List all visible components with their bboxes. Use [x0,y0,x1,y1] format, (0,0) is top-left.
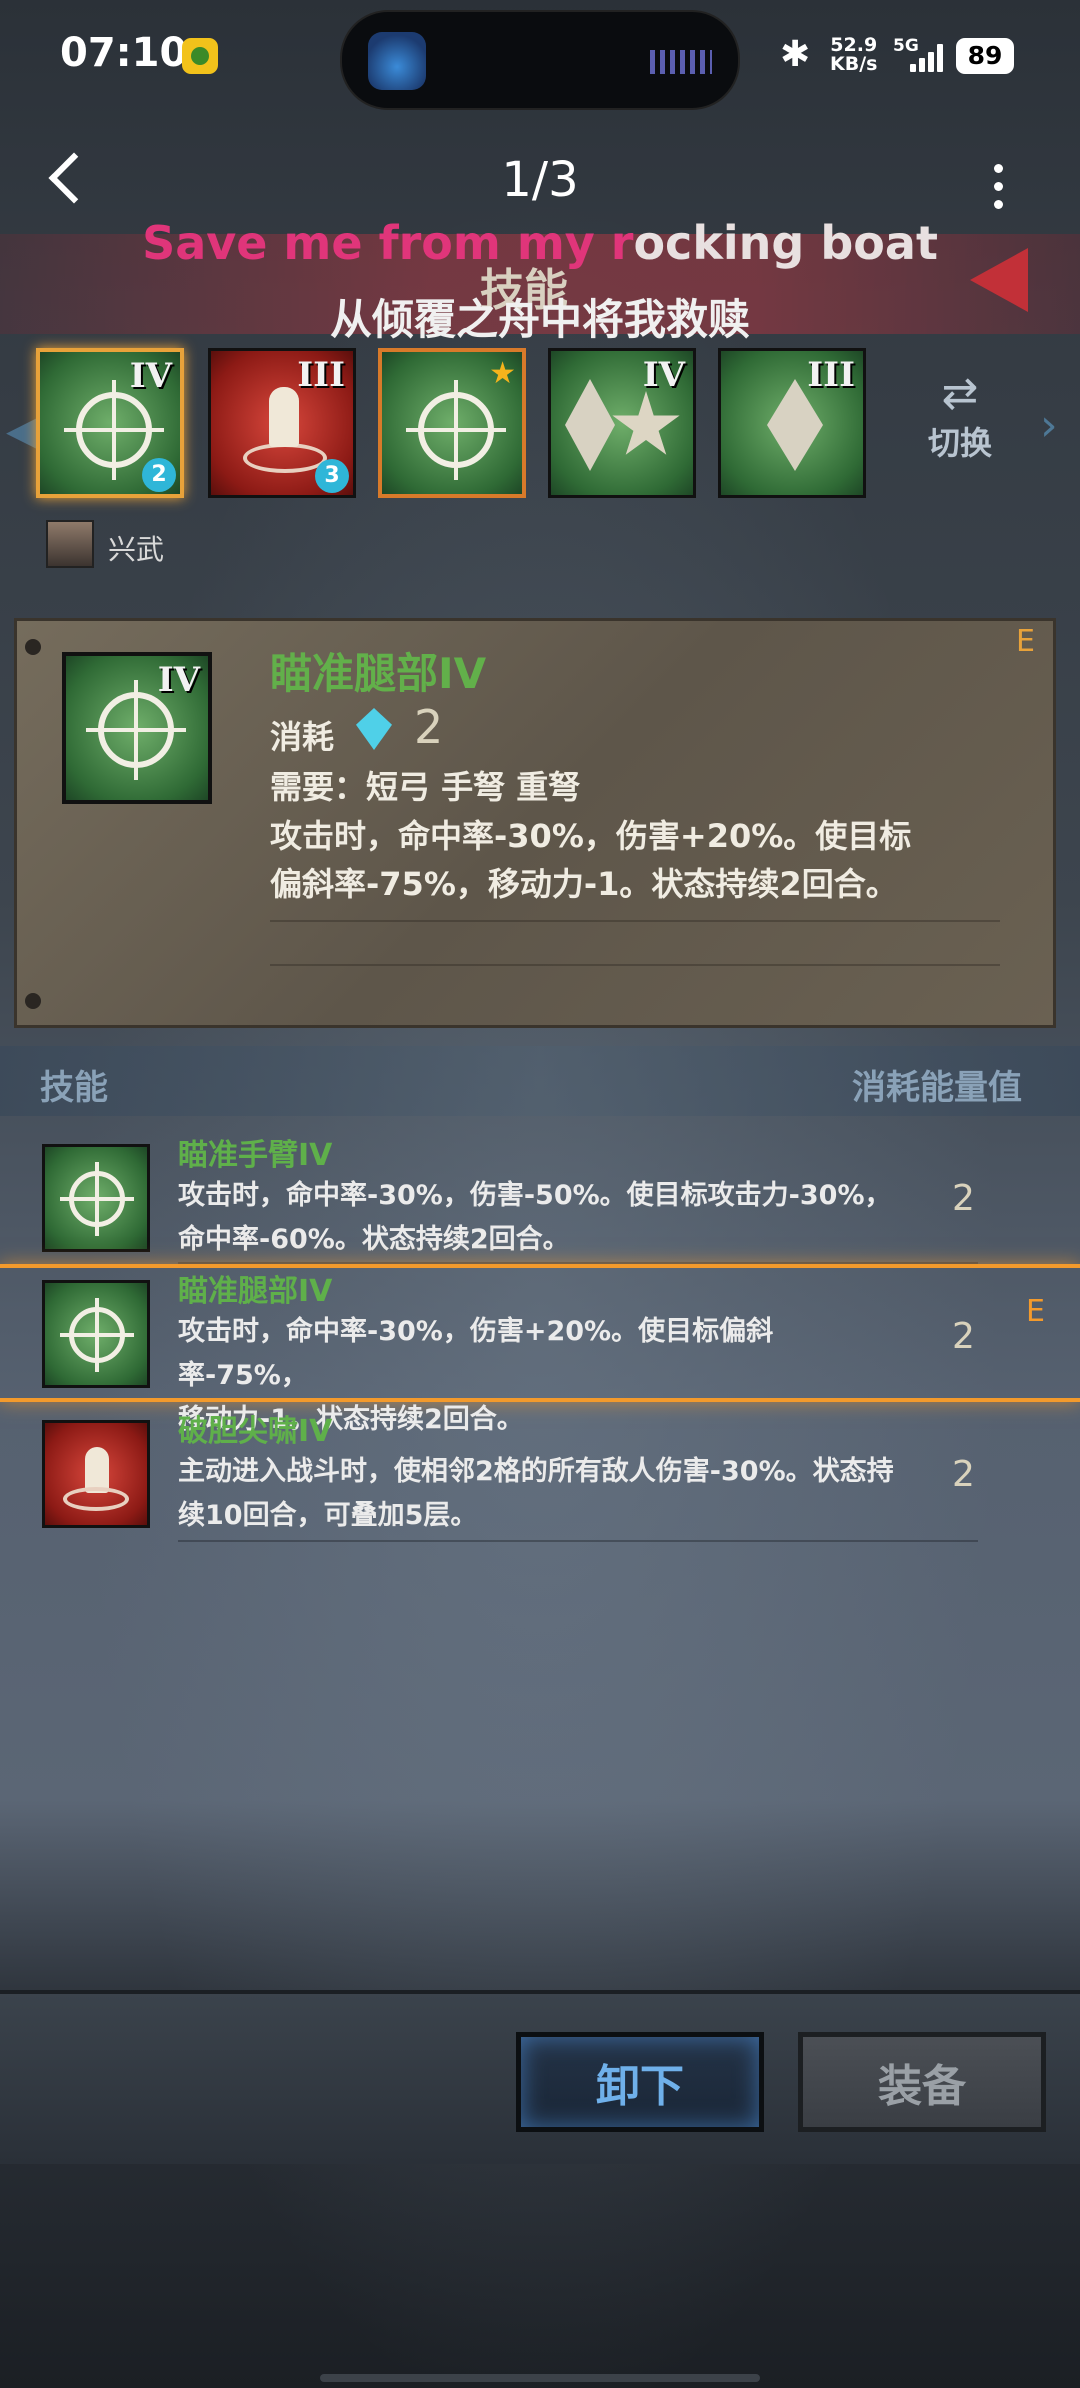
rivet-icon [25,639,41,655]
skill-row-1[interactable]: 瞄准手臂IV 攻击时，命中率-30%，伤害-50%。使目标攻击力-30%， 命中… [0,1128,1080,1266]
equip-button[interactable]: 装备 [798,2032,1046,2132]
target-icon [64,380,164,480]
switch-label: 切换 [927,424,992,462]
row-skill-icon [42,1144,150,1252]
skill-slot-5[interactable]: III [718,348,866,498]
detail-skill-icon: IV [62,652,212,804]
list-header-skill: 技能 [40,1068,108,1108]
clock: 07:10 [60,30,188,76]
target-icon [60,1298,134,1372]
target-icon [60,1162,134,1236]
lyric-highlight: Save me from my r [142,216,634,270]
person-icon [269,387,299,447]
detail-description: 攻击时，命中率-30%，伤害+20%。使目标 偏斜率-75%，移动力-1。状态持… [270,812,970,908]
unequip-button[interactable]: 卸下 [516,2032,764,2132]
app-badge-icon [182,38,218,74]
skill-cost: 2 [952,1178,975,1219]
divider [178,1540,978,1542]
row-skill-icon [42,1280,150,1388]
equipped-tag: E [1026,1294,1045,1329]
skill-desc: 攻击时，命中率-30%，伤害-50%。使目标攻击力-30%， 命中率-60%。状… [178,1174,898,1262]
divider [270,920,1000,922]
net-speed-unit: KB/s [830,53,878,75]
skill-desc: 主动进入战斗时，使相邻2格的所有敌人伤害-30%。状态持 续10回合，可叠加5层… [178,1450,898,1538]
page-indicator: 1/3 [501,152,579,208]
divider [270,964,1000,966]
cost-label: 消耗 [270,718,335,756]
lyric-line-2: 从倾覆之舟中将我救赎 [329,295,750,344]
skill-name: 破胆尖啸IV [178,1414,333,1449]
rivet-icon [25,993,41,1009]
slot-rank: IV [129,356,172,396]
music-app-icon [368,32,426,90]
skill-slot-3[interactable]: ★ [378,348,526,498]
skill-desc-line-1: 攻击时，命中率-30%，伤害-50%。使目标攻击力-30%， [178,1180,892,1211]
ring-icon [243,443,327,473]
skill-desc-line-1: 攻击时，命中率-30%，伤害+20%。使目标偏斜率-75%， [178,1316,774,1391]
equipped-tag: E [1016,624,1035,659]
desc-line-2: 偏斜率-75%，移动力-1。状态持续2回合。 [270,865,898,903]
slot-rank: III [807,355,855,395]
net-speed: 52.9 KB/s [830,36,877,74]
skill-row-2[interactable]: 瞄准腿部IV 攻击时，命中率-30%，伤害+20%。使目标偏斜率-75%， 移动… [0,1264,1080,1435]
skill-slot-4[interactable]: IV [548,348,696,498]
dynamic-island[interactable] [340,10,740,110]
signal-icon [910,42,946,72]
skill-cost: 2 [952,1316,975,1357]
target-icon [406,380,506,480]
status-bar: 07:10 ✱ 52.9 KB/s 5G 89 [0,0,1080,118]
avatar [46,520,94,568]
requirement-text: 需要：短弓 手弩 重弩 [270,768,581,806]
slot-count-badge: 3 [315,459,349,493]
switch-button[interactable]: ⇄ 切换 [920,370,1000,464]
lyric-line-1: Save me from my rocking boat [0,216,1080,270]
detail-rank: IV [157,660,200,700]
skill-name: 瞄准腿部IV [178,1274,333,1309]
audio-wave-icon [650,50,712,74]
battery-icon: 89 [956,38,1014,74]
skill-desc-line-2: 命中率-60%。状态持续2回合。 [178,1224,570,1255]
skill-name: 瞄准手臂IV [178,1138,333,1173]
slot-rank: IV [642,355,685,395]
star-icon: ★ [489,356,516,391]
skill-row-3[interactable]: 破胆尖啸IV 主动进入战斗时，使相邻2格的所有敌人伤害-30%。状态持 续10回… [0,1404,1080,1542]
desc-line-1: 攻击时，命中率-30%，伤害+20%。使目标 [270,817,912,855]
skill-slot-2[interactable]: III 3 [208,348,356,498]
cost-value: 2 [414,700,444,754]
slot-rank: III [297,355,345,395]
skill-slot-1[interactable]: IV 2 [36,348,184,498]
list-header-cost: 消耗能量值 [852,1068,1022,1108]
skill-desc-line-2: 续10回合，可叠加5层。 [178,1500,478,1531]
lyric-rest: ocking boat [633,216,938,270]
skill-cost: 2 [952,1454,975,1495]
more-options-icon[interactable] [994,164,1004,218]
target-icon [86,680,186,780]
swap-arrows-icon: ⇄ [941,368,979,419]
slot-prev-icon[interactable]: ◀ [6,408,37,454]
character-name: 兴武 [108,533,165,566]
ring-icon [63,1487,129,1511]
burst-icon [612,391,680,455]
skill-desc-line-1: 主动进入战斗时，使相邻2格的所有敌人伤害-30%。状态持 [178,1456,894,1487]
slot-count-badge: 2 [142,458,176,492]
slot-next-icon[interactable]: › [1040,400,1058,451]
diamond-icon [565,379,615,471]
detail-skill-name: 瞄准腿部IV [270,649,487,698]
bluetooth-icon: ✱ [780,34,811,75]
row-skill-icon [42,1420,150,1528]
home-indicator[interactable] [320,2374,760,2382]
